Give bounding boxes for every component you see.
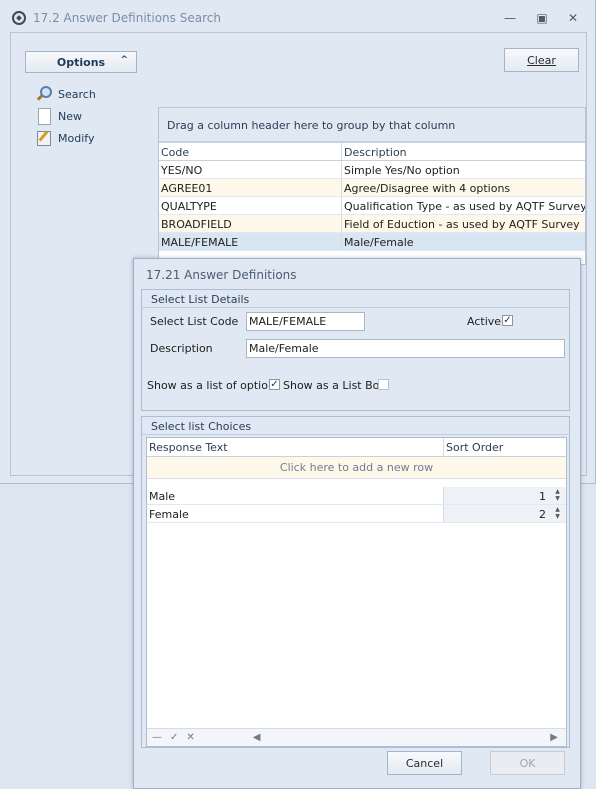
active-checkbox[interactable]: ✓ [502, 315, 513, 326]
description-field[interactable]: Male/Female [246, 339, 565, 358]
table-row[interactable]: AGREE01 Agree/Disagree with 4 options [159, 179, 585, 197]
cell-code: AGREE01 [159, 179, 342, 196]
grid-header: Code Description [159, 142, 585, 161]
clear-button[interactable]: Clear [504, 48, 579, 72]
cell-sort-order[interactable]: 2 ▲ ▼ [444, 505, 566, 522]
side-item-label: New [58, 109, 82, 123]
cell-code: MALE/FEMALE [159, 233, 342, 250]
side-item-search[interactable]: Search [36, 86, 96, 102]
show-as-listbox-checkbox[interactable] [378, 379, 389, 390]
minimize-icon[interactable]: — [502, 10, 518, 26]
table-row[interactable]: Male 1 ▲ ▼ [147, 487, 566, 505]
scroll-right-icon[interactable]: ▶ [550, 732, 558, 743]
group-by-hint: Drag a column header here to group by th… [159, 108, 585, 142]
table-row[interactable]: YES/NO Simple Yes/No option [159, 161, 585, 179]
column-header-description[interactable]: Description [342, 143, 585, 160]
chevron-up-icon: ^ [120, 55, 128, 65]
group-caption: Select list Choices [142, 417, 569, 435]
cell-description: Field of Eduction - as used by AQTF Surv… [344, 218, 580, 231]
description-label: Description [150, 342, 213, 355]
modify-icon [36, 130, 52, 146]
column-header-sort-order[interactable]: Sort Order [444, 438, 566, 456]
cell-description: Qualification Type - as used by AQTF Sur… [344, 200, 585, 213]
column-header-response-text[interactable]: Response Text [147, 438, 444, 456]
table-row[interactable]: MALE/FEMALE Male/Female [159, 233, 585, 251]
cancel-edit-icon[interactable]: ✕ [186, 732, 194, 743]
active-label: Active [467, 315, 502, 328]
side-item-modify[interactable]: Modify [36, 130, 94, 146]
spin-arrows-icon[interactable]: ▲ ▼ [551, 506, 564, 521]
app-icon [9, 8, 29, 28]
spin-arrows-icon[interactable]: ▲ ▼ [551, 488, 564, 503]
choices-grid-header: Response Text Sort Order [147, 438, 566, 457]
table-row[interactable]: BROADFIELD Field of Eduction - as used b… [159, 215, 585, 233]
select-list-code-field[interactable]: MALE/FEMALE [246, 312, 365, 331]
sort-order-value: 1 [539, 490, 546, 503]
cell-code: YES/NO [159, 161, 342, 178]
scroll-left-icon[interactable]: ◀ [253, 732, 261, 743]
cell-description: Simple Yes/No option [344, 164, 460, 177]
options-label: Options [56, 56, 106, 69]
show-as-options-checkbox[interactable]: ✓ [269, 379, 280, 390]
sort-order-value: 2 [539, 508, 546, 521]
restore-icon[interactable]: ▣ [534, 10, 550, 26]
search-icon [36, 86, 52, 102]
cell-sort-order[interactable]: 1 ▲ ▼ [444, 487, 566, 504]
table-row[interactable]: QUALTYPE Qualification Type - as used by… [159, 197, 585, 215]
cell-code: BROADFIELD [159, 215, 342, 232]
confirm-icon[interactable]: ✓ [170, 732, 178, 743]
group-caption: Select List Details [142, 290, 569, 308]
cell-response-text[interactable]: Female [147, 505, 444, 522]
remove-row-icon[interactable]: — [152, 732, 162, 743]
select-list-code-label: Select List Code [150, 315, 239, 328]
choices-grid: Response Text Sort Order Click here to a… [146, 437, 567, 747]
options-button[interactable]: Options ^ [25, 51, 137, 73]
dialog-title: 17.21 Answer Definitions [146, 268, 297, 282]
table-row[interactable]: Female 2 ▲ ▼ [147, 505, 566, 523]
cell-response-text[interactable]: Male [147, 487, 444, 504]
ok-button[interactable]: OK [490, 751, 565, 775]
column-header-code[interactable]: Code [159, 143, 342, 160]
close-icon[interactable]: ✕ [565, 10, 581, 26]
cancel-button[interactable]: Cancel [387, 751, 462, 775]
side-item-label: Modify [58, 131, 95, 145]
results-grid: Drag a column header here to group by th… [158, 107, 586, 265]
cell-code: QUALTYPE [159, 197, 342, 214]
add-new-row[interactable]: Click here to add a new row [147, 457, 566, 479]
cell-description: Male/Female [344, 236, 414, 249]
side-item-new[interactable]: New [36, 108, 82, 125]
new-document-icon [36, 108, 52, 125]
side-item-label: Search [58, 87, 96, 101]
cell-description: Agree/Disagree with 4 options [344, 182, 511, 195]
navigator-bar: — ✓ ✕ ◀ ▶ [147, 728, 566, 746]
show-as-listbox-label: Show as a List Box [283, 379, 386, 392]
window-title: 17.2 Answer Definitions Search [33, 11, 221, 25]
show-as-options-label: Show as a list of options [147, 379, 281, 392]
